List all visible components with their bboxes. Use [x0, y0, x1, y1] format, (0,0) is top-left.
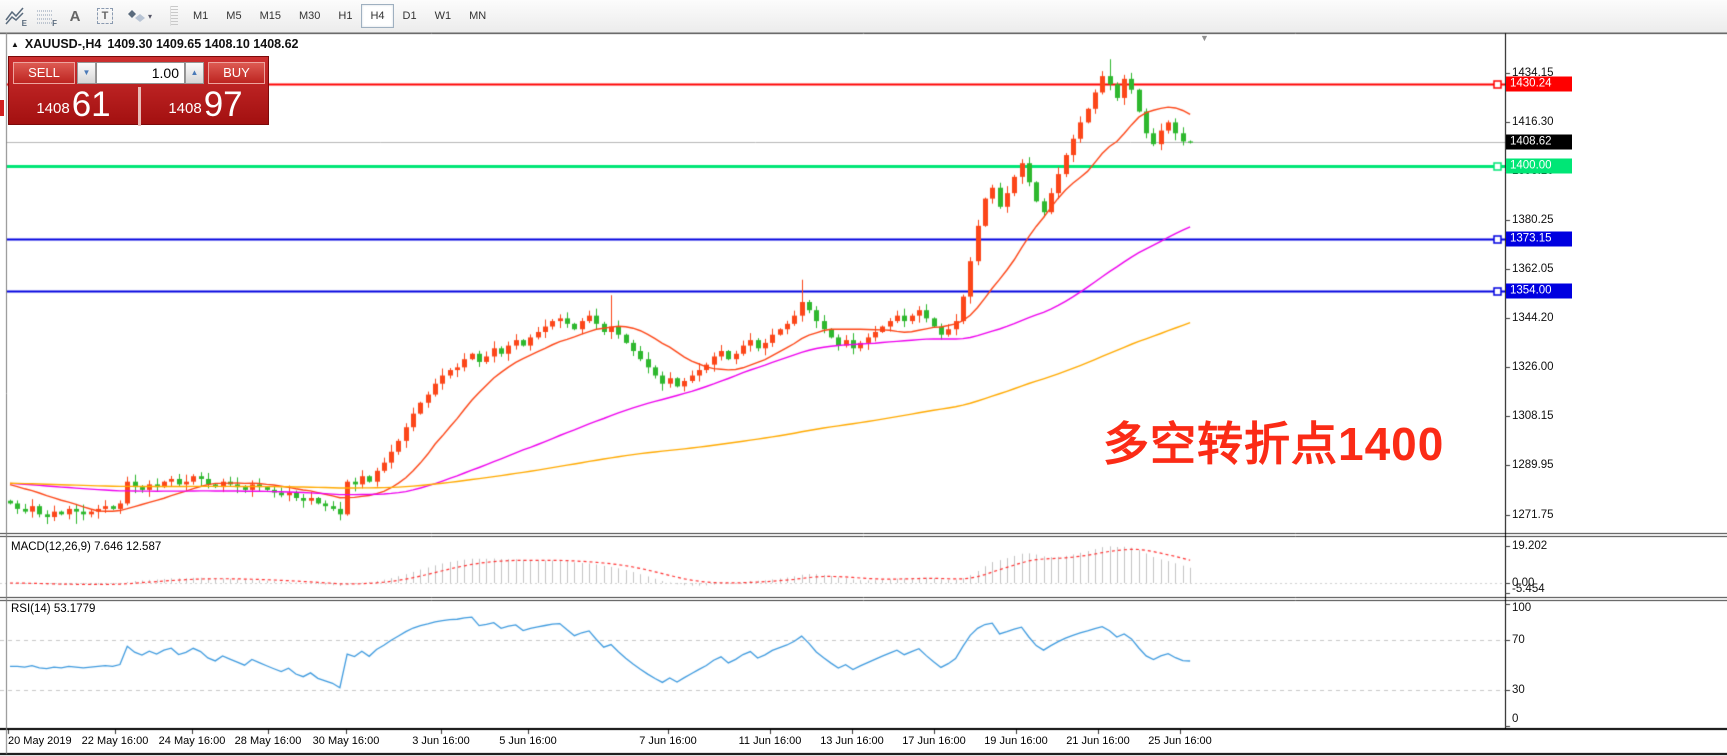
price-badge-1354.00: 1354.00 — [1506, 284, 1572, 299]
time-axis-label: 11 Jun 16:00 — [739, 735, 802, 747]
symbol-ohlc: 1409.30 1409.65 1408.10 1408.62 — [107, 37, 298, 51]
price-axis-tick: 1380.25 — [1512, 214, 1554, 226]
price-axis-tick: 1308.15 — [1512, 410, 1554, 422]
rsi-label: RSI(14) 53.1779 — [11, 603, 95, 615]
buy-price-display[interactable]: 1408 97 — [141, 87, 270, 125]
buy-button[interactable]: BUY — [208, 62, 265, 84]
time-axis-label: 19 Jun 16:00 — [984, 735, 1048, 747]
scroll-to-end-icon[interactable]: ▼ — [1200, 33, 1209, 43]
price-axis-tick: 1289.95 — [1512, 459, 1554, 471]
volume-input[interactable] — [96, 62, 185, 84]
rsi-axis-tick: 100 — [1512, 602, 1531, 614]
buy-price-small: 1408 — [168, 96, 201, 122]
time-axis-label: 25 Jun 16:00 — [1148, 735, 1212, 747]
chart-annotation: 多空转折点1400 — [1103, 408, 1444, 474]
price-axis-tick: 1344.20 — [1512, 312, 1554, 324]
price-badge-1373.15: 1373.15 — [1506, 232, 1572, 247]
time-axis-label: 22 May 16:00 — [82, 735, 149, 747]
price-badge-1430.24: 1430.24 — [1506, 76, 1572, 91]
volume-decrease-button[interactable]: ▼ — [77, 62, 96, 84]
symbol-name: XAUUSD-,H4 — [25, 37, 101, 51]
sell-price-big: 61 — [72, 87, 111, 122]
rsi-axis-tick: 70 — [1512, 634, 1525, 646]
macd-axis-tick: -5.454 — [1512, 583, 1545, 595]
time-axis-label: 17 Jun 16:00 — [902, 735, 966, 747]
rsi-axis-tick: 0 — [1512, 713, 1518, 725]
macd-label: MACD(12,26,9) 7.646 12.587 — [11, 541, 161, 553]
volume-increase-button[interactable]: ▲ — [185, 62, 204, 84]
price-badge-1400.00: 1400.00 — [1506, 158, 1572, 173]
price-axis-tick: 1416.30 — [1512, 116, 1554, 128]
sell-price-display[interactable]: 1408 61 — [9, 87, 138, 125]
price-axis-tick: 1271.75 — [1512, 509, 1554, 521]
time-axis-label: 3 Jun 16:00 — [412, 735, 470, 747]
time-axis-label: 20 May 2019 — [8, 735, 72, 747]
volume-down-icon: ▼ — [83, 68, 91, 77]
collapse-triangle-icon[interactable]: ▲ — [11, 40, 19, 49]
time-axis-label: 24 May 16:00 — [159, 735, 226, 747]
object-anchor-mark — [0, 100, 4, 116]
volume-up-icon: ▲ — [191, 68, 199, 77]
one-click-trading-panel: SELL ▼ ▲ BUY 1408 61 1408 97 — [8, 56, 269, 125]
macd-axis-tick: 19.202 — [1512, 540, 1547, 552]
time-axis-label: 30 May 16:00 — [313, 735, 380, 747]
rsi-axis-tick: 30 — [1512, 684, 1525, 696]
time-axis-label: 28 May 16:00 — [235, 735, 302, 747]
time-axis-label: 5 Jun 16:00 — [499, 735, 557, 747]
sell-button[interactable]: SELL — [13, 62, 75, 84]
time-axis-label: 13 Jun 16:00 — [820, 735, 884, 747]
sell-price-small: 1408 — [36, 96, 69, 122]
buy-price-big: 97 — [204, 87, 243, 122]
time-axis-label: 7 Jun 16:00 — [639, 735, 697, 747]
symbol-header: ▲ XAUUSD-,H4 1409.30 1409.65 1408.10 140… — [11, 37, 298, 51]
time-axis-label: 21 Jun 16:00 — [1066, 735, 1130, 747]
price-axis-tick: 1362.05 — [1512, 263, 1554, 275]
price-axis-tick: 1326.00 — [1512, 361, 1554, 373]
price-badge-1408.62: 1408.62 — [1506, 135, 1572, 150]
